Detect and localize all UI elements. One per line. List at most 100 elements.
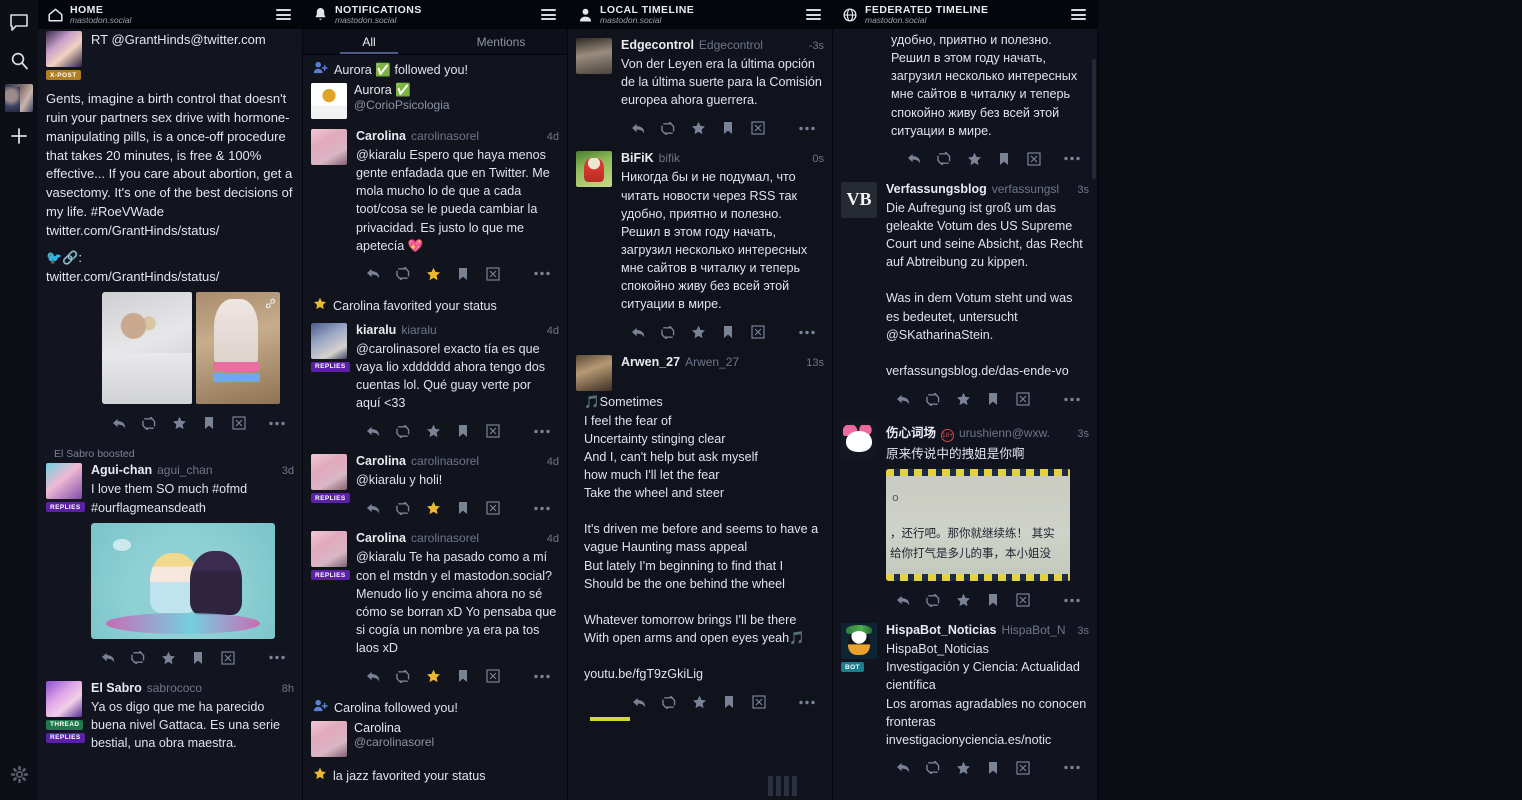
reply-icon[interactable] <box>623 118 653 138</box>
avatar[interactable] <box>311 83 347 119</box>
status-item[interactable]: THREAD REPLIES El Sabro sabrococo 8h Ya … <box>38 675 302 754</box>
more-icon[interactable] <box>527 498 557 518</box>
notification-status[interactable]: Carolina carolinasorel 4d @kiaralu Esper… <box>303 123 567 291</box>
display-name[interactable]: Carolina <box>356 129 406 143</box>
boost-icon[interactable] <box>918 389 948 409</box>
reply-icon[interactable] <box>358 264 388 284</box>
account-handle[interactable]: urushienn@wxw. <box>959 426 1072 440</box>
compose-icon[interactable] <box>4 6 34 38</box>
favorite-icon[interactable] <box>164 413 194 433</box>
notification-account[interactable]: Carolina @carolinasorel <box>303 719 567 761</box>
status-item[interactable]: BOT HispaBot_Noticias HispaBot_N 3s Hisp… <box>833 617 1097 785</box>
bookmark-icon[interactable] <box>713 118 743 138</box>
status-actions[interactable] <box>621 319 824 347</box>
status-actions[interactable] <box>102 410 294 438</box>
search-icon[interactable] <box>4 44 34 76</box>
status-item[interactable]: Edgecontrol Edgecontrol -3s Von der Leye… <box>568 29 832 145</box>
favorite-icon[interactable] <box>418 666 448 686</box>
media-photo[interactable] <box>102 292 192 405</box>
account-handle[interactable]: @CorioPsicologia <box>354 98 450 112</box>
notification-favorite[interactable]: la jazz favorited your status <box>303 761 567 787</box>
account-handle[interactable]: carolinasorel <box>411 531 542 545</box>
column-menu-icon[interactable] <box>1069 5 1088 24</box>
column-header-local[interactable]: LOCAL TIMELINE mastodon.social <box>568 0 832 29</box>
display-name[interactable]: Verfassungsblog <box>886 182 987 196</box>
account-handle[interactable]: carolinasorel <box>411 129 542 143</box>
account-handle[interactable]: @carolinasorel <box>354 735 434 749</box>
reply-icon[interactable] <box>93 648 123 668</box>
display-name[interactable]: Carolina <box>356 531 406 545</box>
reply-icon[interactable] <box>888 389 918 409</box>
column-body-federated[interactable]: удобно, приятно и полезно. Решил в этом … <box>833 29 1097 800</box>
bookmark-icon[interactable] <box>448 666 478 686</box>
status-media[interactable] <box>102 292 294 405</box>
account-handle[interactable]: carolinasorel <box>411 454 542 468</box>
boost-icon[interactable] <box>929 149 959 169</box>
column-body-notifications[interactable]: Aurora ✅ followed you! Aurora ✅ @CorioPs… <box>303 55 567 800</box>
avatar[interactable] <box>576 355 612 392</box>
dismiss-icon[interactable] <box>478 264 508 284</box>
bookmark-icon[interactable] <box>978 389 1008 409</box>
more-icon[interactable] <box>1057 389 1087 409</box>
status-actions[interactable] <box>621 115 824 143</box>
account-handle[interactable]: HispaBot_N <box>1001 623 1072 637</box>
favorite-icon[interactable] <box>948 758 978 778</box>
avatar[interactable] <box>311 721 347 758</box>
notification-follow[interactable]: Aurora ✅ followed you! <box>303 55 567 81</box>
status-actions[interactable] <box>356 663 559 691</box>
avatar[interactable] <box>311 531 347 568</box>
bookmark-icon[interactable] <box>448 264 478 284</box>
favorite-icon[interactable] <box>948 389 978 409</box>
favorite-icon[interactable] <box>153 648 183 668</box>
bookmark-icon[interactable] <box>448 421 478 441</box>
account-handle[interactable]: kiaralu <box>401 323 541 337</box>
account-handle[interactable]: agui_chan <box>157 463 277 477</box>
column-header-notifications[interactable]: NOTIFICATIONS mastodon.social <box>303 0 567 29</box>
media-photo[interactable] <box>196 292 280 405</box>
more-icon[interactable] <box>527 264 557 284</box>
dismiss-icon[interactable] <box>743 118 773 138</box>
favorite-icon[interactable] <box>959 149 989 169</box>
notification-account[interactable]: Aurora ✅ @CorioPsicologia <box>303 81 567 123</box>
boost-icon[interactable] <box>918 758 948 778</box>
status-actions[interactable] <box>356 261 559 289</box>
favorite-icon[interactable] <box>683 118 713 138</box>
avatar[interactable] <box>311 322 347 359</box>
tab-mentions[interactable]: Mentions <box>435 29 567 54</box>
status-actions[interactable] <box>897 146 1089 174</box>
status-actions[interactable] <box>886 587 1089 615</box>
boost-icon[interactable] <box>388 421 418 441</box>
status-item[interactable]: BiFiK bifik 0s Никогда бы и не подумал, … <box>568 145 832 349</box>
avatar[interactable]: VB <box>841 181 877 218</box>
more-icon[interactable] <box>792 118 822 138</box>
avatar[interactable] <box>576 151 612 188</box>
column-menu-icon[interactable] <box>274 5 293 24</box>
more-icon[interactable] <box>527 666 557 686</box>
boost-icon[interactable] <box>134 413 164 433</box>
bookmark-icon[interactable] <box>448 498 478 518</box>
notification-follow[interactable]: Carolina followed you! <box>303 693 567 719</box>
boost-icon[interactable] <box>388 666 418 686</box>
column-body-home[interactable]: X-POST RT @GrantHinds@twitter.com Gents,… <box>38 29 302 800</box>
media-photo[interactable]: o ，还行吧。那你就继续练！ 其实 给你打气是多儿的事，本小姐没 <box>886 469 1089 582</box>
display-name[interactable]: Carolina <box>356 454 406 468</box>
dismiss-icon[interactable] <box>1008 590 1038 610</box>
display-name[interactable]: Edgecontrol <box>621 38 694 52</box>
favorite-icon[interactable] <box>418 421 448 441</box>
boost-icon[interactable] <box>654 692 684 712</box>
more-icon[interactable] <box>527 421 557 441</box>
boost-icon[interactable] <box>388 498 418 518</box>
column-header-federated[interactable]: FEDERATED TIMELINE mastodon.social <box>833 0 1097 29</box>
bookmark-icon[interactable] <box>978 590 1008 610</box>
status-item[interactable]: X-POST RT @GrantHinds@twitter.com Gents,… <box>38 29 302 440</box>
account-handle[interactable]: Edgecontrol <box>699 38 804 52</box>
reply-icon[interactable] <box>888 758 918 778</box>
notification-favorite[interactable]: Carolina favorited your status <box>303 291 567 317</box>
status-actions[interactable] <box>356 495 559 523</box>
column-body-local[interactable]: Edgecontrol Edgecontrol -3s Von der Leye… <box>568 29 832 800</box>
dismiss-icon[interactable] <box>744 692 774 712</box>
status-media[interactable] <box>91 522 294 639</box>
status-item[interactable]: удобно, приятно и полезно. Решил в этом … <box>833 31 1097 176</box>
account-avatar[interactable] <box>5 84 33 112</box>
dismiss-icon[interactable] <box>213 648 243 668</box>
